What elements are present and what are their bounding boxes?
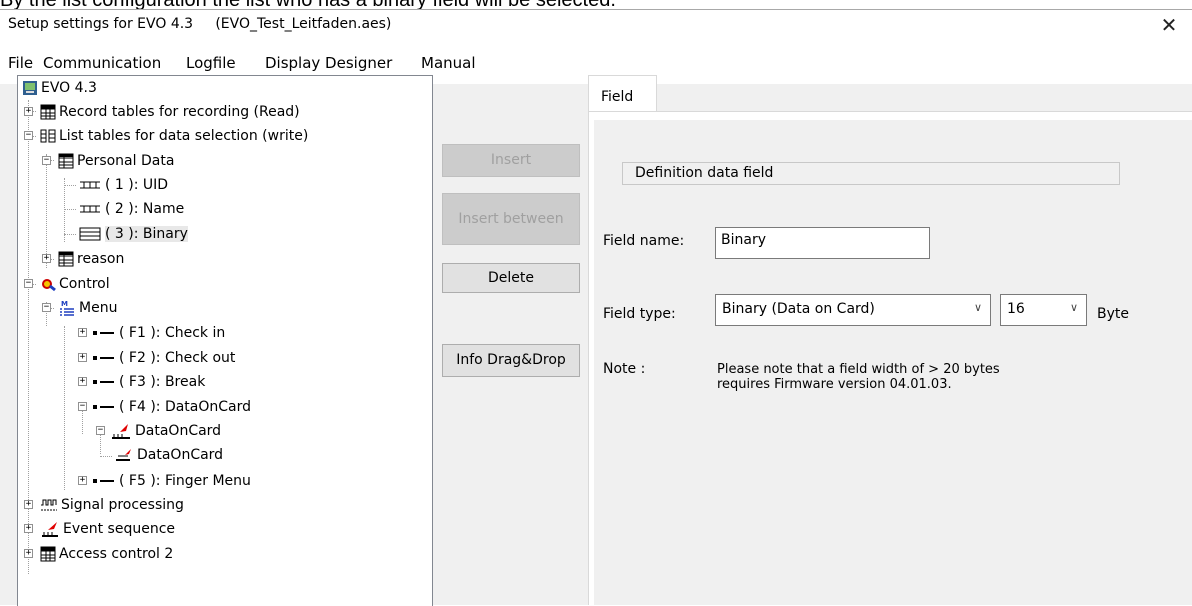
definition-group-title: Definition data field [622, 162, 1120, 185]
expand-toggle[interactable]: + [24, 107, 33, 116]
tree-node-root[interactable]: EVO 4.3 [22, 77, 97, 99]
tree-node-menu[interactable]: M Menu [58, 297, 117, 319]
expand-toggle[interactable]: + [42, 254, 51, 263]
title-bar: Setup settings for EVO 4.3 (EVO_Test_Lei… [0, 10, 1192, 40]
action-icon [116, 449, 131, 461]
tab-field-panel [588, 111, 1192, 605]
configuration-tree[interactable]: EVO 4.3 + Record tables for recording (R… [17, 75, 433, 606]
binary-field-icon [79, 227, 101, 241]
menu-communication[interactable]: Communication [43, 54, 161, 72]
menu-list-icon: M [60, 300, 74, 316]
expand-toggle[interactable]: + [78, 353, 87, 362]
svg-text:M: M [61, 300, 68, 308]
close-icon[interactable]: ✕ [1156, 12, 1182, 38]
tree-node-access-control[interactable]: Access control 2 [40, 543, 173, 565]
field-icon [80, 181, 100, 189]
tree-node-control[interactable]: Control [40, 273, 110, 295]
menu-key-icon [93, 331, 114, 335]
tab-field[interactable]: Field [588, 75, 657, 111]
caption-text: By the list configuration the list who h… [0, 0, 616, 11]
expand-toggle[interactable]: + [78, 328, 87, 337]
menu-file[interactable]: File [8, 54, 33, 72]
info-drag-drop-button[interactable]: Info Drag&Drop [442, 344, 580, 377]
chevron-down-icon: ∨ [973, 301, 982, 314]
note-text: Please note that a field width of > 20 b… [717, 362, 1000, 392]
event-icon [112, 424, 130, 439]
tree-node-f1[interactable]: ( F1 ): Check in [92, 322, 225, 344]
menu-key-icon [93, 405, 114, 409]
tree-node-reason[interactable]: reason [58, 248, 124, 270]
tree-node-field-binary[interactable]: ( 3 ): Binary [78, 223, 188, 245]
menu-key-icon [93, 479, 114, 483]
table-icon [58, 251, 74, 267]
delete-button[interactable]: Delete [442, 263, 580, 293]
event-sequence-icon [42, 522, 58, 537]
tree-node-field-name[interactable]: ( 2 ): Name [78, 198, 184, 220]
tree-node-f4-event[interactable]: DataOnCard [110, 420, 221, 442]
menu-manual[interactable]: Manual [421, 54, 476, 72]
tree-node-personal-data[interactable]: Personal Data [58, 150, 174, 172]
menu-key-icon [93, 380, 114, 384]
collapse-toggle[interactable]: − [24, 279, 33, 288]
access-grid-icon [40, 546, 56, 562]
window-title: Setup settings for EVO 4.3 (EVO_Test_Lei… [8, 16, 392, 32]
tree-node-list-tables[interactable]: List tables for data selection (write) [40, 125, 308, 147]
insert-between-button[interactable]: Insert between [442, 193, 580, 245]
expand-toggle[interactable]: + [78, 377, 87, 386]
tree-node-event-sequence[interactable]: Event sequence [40, 518, 175, 540]
field-size-value: 16 [1007, 301, 1025, 317]
tree-node-f4-action[interactable]: DataOnCard [114, 444, 223, 466]
tree-node-f4[interactable]: ( F4 ): DataOnCard [92, 396, 251, 418]
note-line-1: Please note that a field width of > 20 b… [717, 362, 1000, 377]
device-icon [23, 81, 37, 95]
field-name-input[interactable]: Binary [715, 227, 930, 259]
note-line-2: requires Firmware version 04.01.03. [717, 377, 952, 392]
tree-node-f3[interactable]: ( F3 ): Break [92, 371, 205, 393]
signal-wave-icon [41, 499, 57, 511]
field-type-select[interactable]: Binary (Data on Card) ∨ [715, 294, 991, 326]
table-grid-icon [40, 104, 56, 120]
field-size-select[interactable]: 16 ∨ [1000, 294, 1087, 326]
collapse-toggle[interactable]: − [78, 402, 87, 411]
menu-key-icon [93, 356, 114, 360]
list-table-icon [40, 129, 56, 143]
tree-node-signal-processing[interactable]: Signal processing [40, 494, 184, 516]
insert-button[interactable]: Insert [442, 144, 580, 177]
collapse-toggle[interactable]: − [42, 156, 51, 165]
tree-node-f2[interactable]: ( F2 ): Check out [92, 347, 235, 369]
table-icon [58, 153, 74, 169]
field-icon [80, 205, 100, 213]
expand-toggle[interactable]: + [24, 524, 33, 533]
expand-toggle[interactable]: + [24, 549, 33, 558]
expand-toggle[interactable]: + [24, 500, 33, 509]
menu-logfile[interactable]: Logfile [186, 54, 236, 72]
tree-node-record-tables[interactable]: Record tables for recording (Read) [40, 101, 300, 123]
collapse-toggle[interactable]: − [42, 303, 51, 312]
tree-node-f5[interactable]: ( F5 ): Finger Menu [92, 470, 251, 492]
tree-node-field-uid[interactable]: ( 1 ): UID [78, 174, 168, 196]
field-name-label: Field name: [603, 233, 685, 249]
note-label: Note : [603, 361, 646, 377]
expand-toggle[interactable]: + [78, 476, 87, 485]
field-type-value: Binary (Data on Card) [722, 301, 875, 317]
collapse-toggle[interactable]: − [24, 131, 33, 140]
menu-display-designer[interactable]: Display Designer [265, 54, 392, 72]
control-icon [42, 279, 56, 292]
size-unit-label: Byte [1097, 306, 1129, 322]
collapse-toggle[interactable]: − [96, 426, 105, 435]
chevron-down-icon: ∨ [1069, 301, 1078, 314]
field-type-label: Field type: [603, 306, 676, 322]
